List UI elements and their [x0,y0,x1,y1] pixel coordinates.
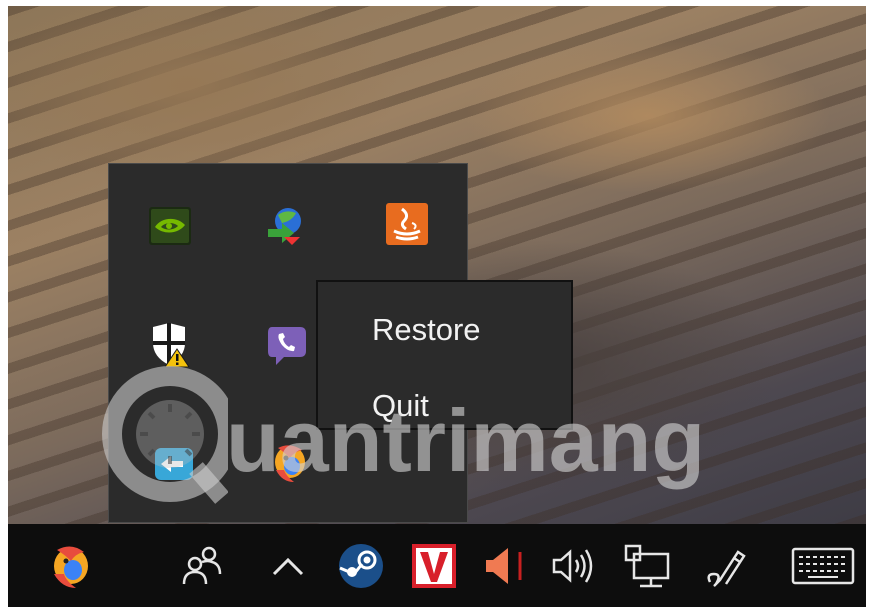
viber-icon[interactable] [264,321,310,367]
quit-menu-item[interactable]: Quit [318,378,571,434]
steam-icon[interactable] [334,540,386,592]
context-menu: Restore Quit [316,280,573,430]
show-hidden-icons-chevron-icon[interactable] [262,540,314,592]
muted-speaker-icon[interactable] [478,540,530,592]
people-icon[interactable] [176,540,228,592]
app-mascot-icon[interactable] [266,440,312,486]
touch-keyboard-icon[interactable] [790,540,856,592]
volume-icon[interactable] [548,540,600,592]
taskbar [8,524,866,607]
pen-ink-icon[interactable] [700,540,752,592]
vivaldi-icon[interactable] [408,540,460,592]
internet-download-manager-icon[interactable] [264,201,310,247]
teamviewer-icon[interactable] [151,442,197,488]
network-icon[interactable] [622,540,674,592]
restore-menu-item[interactable]: Restore [318,302,571,358]
app-mascot-icon[interactable] [44,540,96,592]
nvidia-icon[interactable] [147,203,193,249]
java-update-icon[interactable] [384,201,430,247]
windows-security-warning-icon[interactable] [147,321,193,367]
